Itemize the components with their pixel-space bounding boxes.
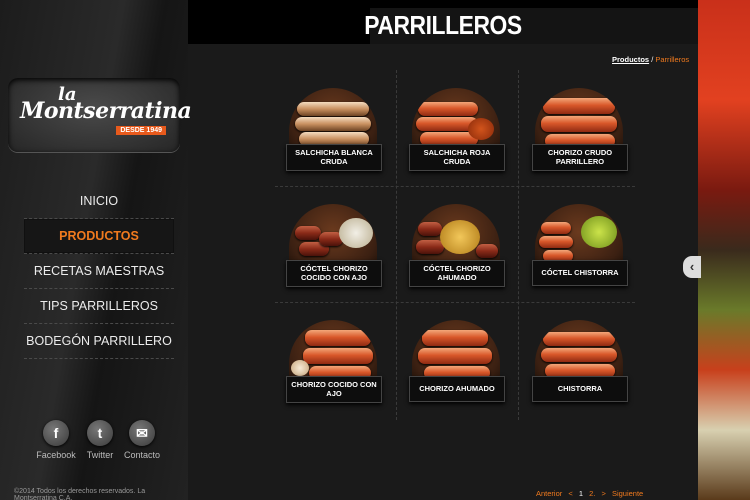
product-card-salchicha-blanca-cruda[interactable]: SALCHICHA BLANCA CRUDA [272,70,396,186]
facebook-icon: f [43,420,69,446]
logo-tagline: DESDE 1949 [116,126,166,135]
breadcrumb: Productos / Parrilleros [612,55,689,64]
contact-link[interactable]: ✉ Contacto [122,420,162,460]
collapse-panel-chevron-icon[interactable]: ‹ [683,256,701,278]
pager-next-link[interactable]: Siguiente [612,489,643,498]
product-card-chistorra[interactable]: CHISTORRA [518,302,642,418]
product-card-salchicha-roja-cruda[interactable]: SALCHICHA ROJA CRUDA [395,70,519,186]
product-label: CHORIZO CRUDO PARRILLERO [532,144,628,171]
pager-prev-arrow[interactable]: < [568,489,572,498]
breadcrumb-separator: / [651,55,654,64]
product-card-coctel-chistorra[interactable]: CÓCTEL CHISTORRA [518,186,642,302]
product-grid: SALCHICHA BLANCA CRUDA SALCHICHA ROJA CR… [272,70,642,430]
product-card-chorizo-ahumado[interactable]: CHORIZO AHUMADO [395,302,519,418]
product-label: CÓCTEL CHORIZO AHUMADO [409,260,505,287]
nav-item-inicio[interactable]: INICIO [24,184,174,219]
product-label: CHISTORRA [532,376,628,402]
pagination: Anterior < 1 2. > Siguiente [536,489,647,498]
product-label: CHORIZO COCIDO CON AJO [286,376,382,403]
mail-icon: ✉ [129,420,155,446]
grill-photo [698,0,750,500]
pager-page-1[interactable]: 1 [579,489,583,498]
brand-logo[interactable]: la Montserratina DESDE 1949 [8,78,192,152]
copyright-text: ©2014 Todos los derechos reservados. La … [14,488,146,500]
title-bar: PARRILLEROS [188,8,698,44]
nav-item-bodegon-parrillero[interactable]: BODEGÓN PARRILLERO [24,324,174,359]
product-label: SALCHICHA ROJA CRUDA [409,144,505,171]
sidebar: la Montserratina DESDE 1949 INICIO PRODU… [0,0,192,500]
logo-name-text: Montserratina [20,98,192,124]
product-label: CHORIZO AHUMADO [409,376,505,402]
breadcrumb-current: Parrilleros [655,55,690,64]
twitter-icon: t [87,420,113,446]
twitter-link[interactable]: t Twitter [80,420,120,460]
product-card-coctel-chorizo-ahumado[interactable]: CÓCTEL CHORIZO AHUMADO [395,186,519,302]
pager-prev-link[interactable]: Anterior [536,489,562,498]
nav-item-productos[interactable]: PRODUCTOS [24,219,174,254]
page-title: PARRILLEROS [364,10,522,40]
product-label: CÓCTEL CHISTORRA [532,260,628,286]
contact-label: Contacto [123,450,161,460]
product-card-chorizo-cocido-con-ajo[interactable]: CHORIZO COCIDO CON AJO [272,302,396,418]
facebook-link[interactable]: f Facebook [36,420,76,460]
nav-item-tips-parrilleros[interactable]: TIPS PARRILLEROS [24,289,174,324]
breadcrumb-productos-link[interactable]: Productos [612,55,649,64]
product-card-coctel-chorizo-cocido-con-ajo[interactable]: CÓCTEL CHORIZO COCIDO CON AJO [272,186,396,302]
main-nav: INICIO PRODUCTOS RECETAS MAESTRAS TIPS P… [24,184,174,359]
pager-page-2[interactable]: 2. [589,489,595,498]
product-label: SALCHICHA BLANCA CRUDA [286,144,382,171]
product-label: CÓCTEL CHORIZO COCIDO CON AJO [286,260,382,287]
top-bar [188,0,698,8]
facebook-label: Facebook [36,450,76,460]
product-card-chorizo-crudo-parrillero[interactable]: CHORIZO CRUDO PARRILLERO [518,70,642,186]
twitter-label: Twitter [86,450,114,460]
pager-next-arrow[interactable]: > [601,489,605,498]
nav-item-recetas-maestras[interactable]: RECETAS MAESTRAS [24,254,174,289]
